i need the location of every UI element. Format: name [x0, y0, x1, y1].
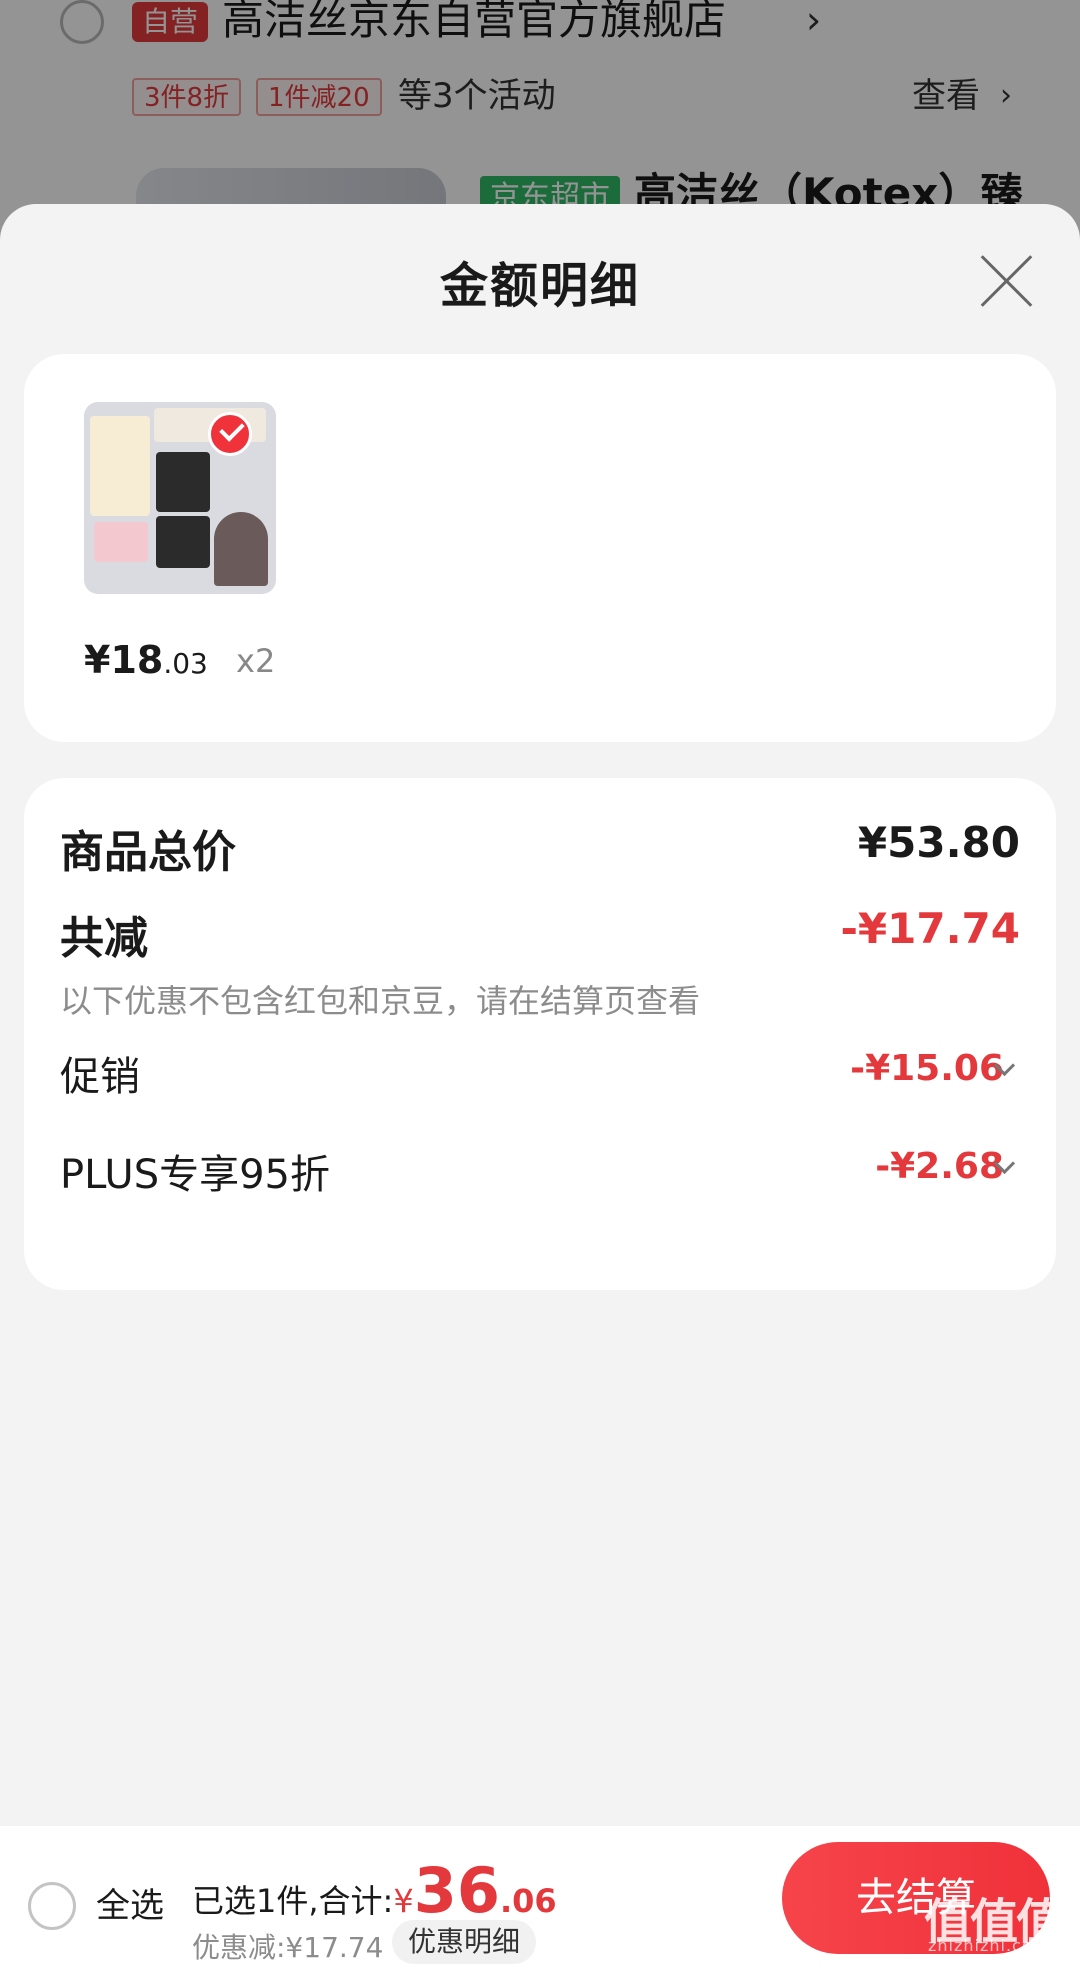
select-all-label[interactable]: 全选	[96, 1882, 164, 1930]
promotion-label[interactable]: 促销	[60, 1044, 140, 1102]
plus-discount-label[interactable]: PLUS专享95折	[60, 1142, 330, 1200]
amount-detail-sheet: 金额明细 ¥18.03 x2 商品总价 ¥53.80 共减 -¥17.74 以下…	[0, 204, 1080, 1974]
total-value: ¥53.80	[857, 818, 1020, 867]
close-icon[interactable]	[976, 250, 1038, 312]
reduction-label: 共减	[60, 913, 148, 964]
promotion-value[interactable]: -¥15.06	[850, 1048, 1004, 1089]
product-card: ¥18.03 x2	[24, 354, 1056, 742]
unit-price: ¥18.03	[84, 638, 208, 682]
price-summary-card: 商品总价 ¥53.80 共减 -¥17.74 以下优惠不包含红包和京豆，请在结算…	[24, 778, 1056, 1290]
reduction-value: -¥17.74	[840, 904, 1020, 953]
plus-discount-value[interactable]: -¥2.68	[875, 1146, 1004, 1187]
total-label: 商品总价	[60, 827, 236, 878]
quantity: x2	[236, 642, 276, 680]
discount-summary: 优惠减:¥17.74	[192, 1931, 384, 1964]
discount-detail-button[interactable]: 优惠明细	[392, 1920, 537, 1964]
watermark-url: zhizhizhi.com	[928, 1936, 1050, 1955]
reduction-note: 以下优惠不包含红包和京豆，请在结算页查看	[60, 982, 701, 1020]
sheet-title: 金额明细	[439, 258, 640, 314]
checkout-bar: 全选 已选1件,合计:¥36.06 优惠减:¥17.74 优惠明细 去结算 值值…	[0, 1826, 1080, 1974]
select-all-radio[interactable]	[28, 1882, 76, 1930]
selected-check-icon	[208, 412, 252, 456]
selected-total: 已选1件,合计:¥36.06	[192, 1854, 557, 1927]
